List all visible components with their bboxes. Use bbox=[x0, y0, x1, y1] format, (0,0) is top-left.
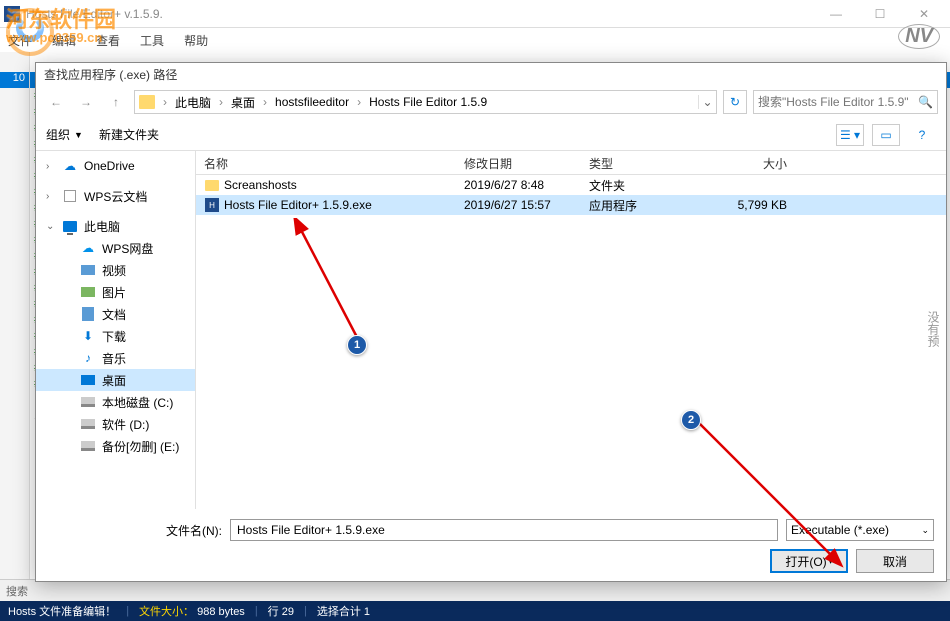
open-button[interactable]: 打开(O) ▾ bbox=[770, 549, 848, 573]
app-icon bbox=[4, 6, 20, 22]
dialog-title-bar: 查找应用程序 (.exe) 路径 bbox=[36, 63, 946, 85]
search-label: 搜索 bbox=[6, 583, 28, 599]
sidebar-item[interactable]: ☁WPS网盘 bbox=[36, 237, 195, 259]
menu-help[interactable]: 帮助 bbox=[184, 32, 208, 49]
dialog-toolbar: 组织 ▼ 新建文件夹 ☰ ▾ ▭ ? bbox=[36, 119, 946, 151]
sidebar-item[interactable]: 图片 bbox=[36, 281, 195, 303]
dialog-title: 查找应用程序 (.exe) 路径 bbox=[44, 66, 177, 83]
breadcrumb-item[interactable]: 桌面 bbox=[227, 94, 259, 111]
nav-forward-button[interactable]: → bbox=[74, 90, 98, 114]
annotation-number-2: 2 bbox=[681, 410, 701, 430]
breadcrumb-dropdown[interactable]: ⌄ bbox=[698, 95, 716, 109]
dialog-footer: 文件名(N): Executable (*.exe)⌄ 打开(O) ▾ 取消 bbox=[36, 509, 946, 581]
menu-tools[interactable]: 工具 bbox=[140, 32, 164, 49]
dialog-nav-bar: ← → ↑ › 此电脑 › 桌面 › hostsfileeditor › Hos… bbox=[36, 85, 946, 119]
line-gutter: 10 bbox=[0, 52, 30, 601]
filetype-select[interactable]: Executable (*.exe)⌄ bbox=[786, 519, 934, 541]
minimize-button[interactable]: — bbox=[814, 0, 858, 28]
new-folder-button[interactable]: 新建文件夹 bbox=[99, 126, 159, 143]
breadcrumb[interactable]: › 此电脑 › 桌面 › hostsfileeditor › Hosts Fil… bbox=[134, 90, 717, 114]
sidebar-item[interactable]: 文档 bbox=[36, 303, 195, 325]
nav-back-button[interactable]: ← bbox=[44, 90, 68, 114]
sidebar-item[interactable]: ›☁OneDrive bbox=[36, 155, 195, 177]
help-button[interactable]: ? bbox=[908, 124, 936, 146]
status-selection: 选择合计 1 bbox=[317, 603, 370, 619]
sidebar-item[interactable]: ⬇下载 bbox=[36, 325, 195, 347]
search-bar[interactable]: 搜索 bbox=[0, 579, 950, 601]
status-filesize: 文件大小： 988 bytes bbox=[139, 603, 245, 619]
main-menubar: 文件 编辑 查看 工具 帮助 NV bbox=[0, 28, 950, 52]
filename-label: 文件名(N): bbox=[166, 522, 222, 539]
status-bar: Hosts 文件准备编辑！ | 文件大小： 988 bytes | 行 29 |… bbox=[0, 601, 950, 621]
sidebar-item[interactable]: 视频 bbox=[36, 259, 195, 281]
file-row[interactable]: HHosts File Editor+ 1.5.9.exe2019/6/27 1… bbox=[196, 195, 946, 215]
status-line: 行 29 bbox=[268, 603, 294, 619]
breadcrumb-item[interactable]: hostsfileeditor bbox=[271, 95, 353, 109]
maximize-button[interactable]: ☐ bbox=[858, 0, 902, 28]
filename-input[interactable] bbox=[230, 519, 778, 541]
organize-button[interactable]: 组织 ▼ bbox=[46, 126, 83, 143]
sidebar-item[interactable]: ♪音乐 bbox=[36, 347, 195, 369]
search-input[interactable] bbox=[758, 95, 918, 109]
file-list: 名称 修改日期 类型 大小 Screanshosts2019/6/27 8:48… bbox=[196, 151, 946, 509]
refresh-button[interactable]: ↻ bbox=[723, 90, 747, 114]
chevron-right-icon: › bbox=[159, 95, 171, 109]
view-mode-button[interactable]: ☰ ▾ bbox=[836, 124, 864, 146]
file-list-header: 名称 修改日期 类型 大小 bbox=[196, 151, 946, 175]
menu-edit[interactable]: 编辑 bbox=[52, 32, 76, 49]
cancel-button[interactable]: 取消 bbox=[856, 549, 934, 573]
breadcrumb-item[interactable]: 此电脑 bbox=[171, 94, 215, 111]
sidebar-item[interactable]: 备份[勿删] (E:) bbox=[36, 435, 195, 457]
sidebar-item[interactable]: 桌面 bbox=[36, 369, 195, 391]
search-icon: 🔍 bbox=[918, 95, 933, 109]
menu-view[interactable]: 查看 bbox=[96, 32, 120, 49]
dialog-search-box[interactable]: 🔍 bbox=[753, 90, 938, 114]
column-size[interactable]: 大小 bbox=[696, 151, 796, 174]
column-date[interactable]: 修改日期 bbox=[456, 151, 581, 174]
file-row[interactable]: Screanshosts2019/6/27 8:48文件夹 bbox=[196, 175, 946, 195]
sidebar-item[interactable]: 软件 (D:) bbox=[36, 413, 195, 435]
sidebar-item[interactable]: ›WPS云文档 bbox=[36, 185, 195, 207]
preview-toggle-button[interactable]: ▭ bbox=[872, 124, 900, 146]
column-name[interactable]: 名称 bbox=[196, 151, 456, 174]
dialog-sidebar: ›☁OneDrive ›WPS云文档 ⌄此电脑☁WPS网盘视频图片文档⬇下载♪音乐桌… bbox=[36, 151, 196, 509]
menu-file[interactable]: 文件 bbox=[8, 32, 32, 49]
column-type[interactable]: 类型 bbox=[581, 151, 696, 174]
no-preview-text: 没有预 bbox=[925, 311, 942, 347]
nv-logo: NV bbox=[898, 24, 940, 49]
breadcrumb-item[interactable]: Hosts File Editor 1.5.9 bbox=[365, 95, 491, 109]
sidebar-item[interactable]: 本地磁盘 (C:) bbox=[36, 391, 195, 413]
window-title: Hosts File Editor+ v.1.5.9. bbox=[26, 7, 814, 21]
nav-up-button[interactable]: ↑ bbox=[104, 90, 128, 114]
annotation-number-1: 1 bbox=[347, 335, 367, 355]
file-open-dialog: 查找应用程序 (.exe) 路径 ← → ↑ › 此电脑 › 桌面 › host… bbox=[35, 62, 947, 582]
sidebar-item[interactable]: ⌄此电脑 bbox=[36, 215, 195, 237]
main-titlebar: Hosts File Editor+ v.1.5.9. — ☐ ✕ bbox=[0, 0, 950, 28]
status-ready: Hosts 文件准备编辑！ bbox=[8, 603, 116, 619]
folder-icon bbox=[139, 95, 155, 109]
